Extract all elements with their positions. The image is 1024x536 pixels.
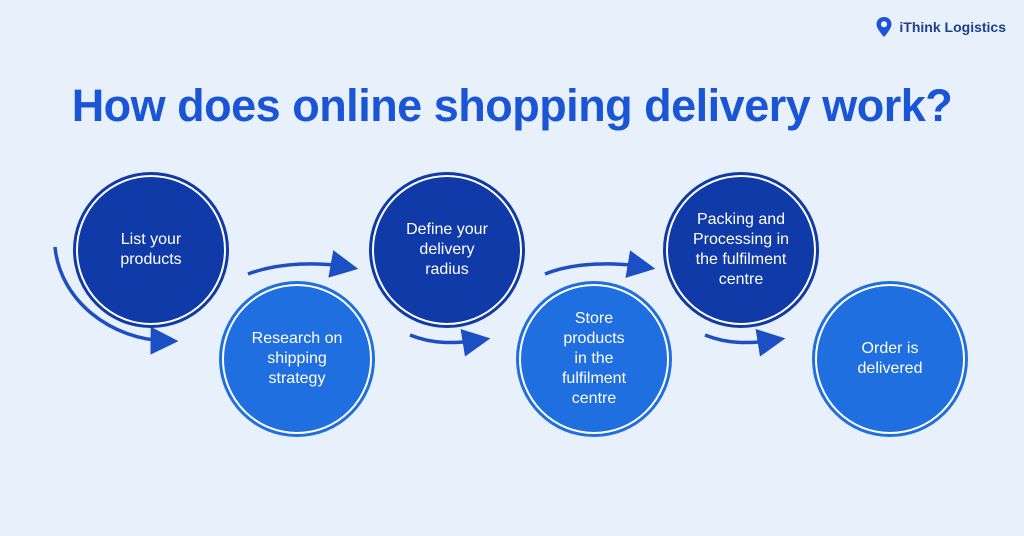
arrow-5: [704, 328, 786, 357]
arrow-3: [409, 328, 491, 357]
step-3-circle: Define your delivery radius: [372, 175, 522, 325]
step-2-circle: Research on shipping strategy: [222, 284, 372, 434]
step-4-circle: Store products in the fulfilment centre: [519, 284, 669, 434]
step-label: List your products: [120, 231, 182, 268]
step-1-circle: List your products: [76, 175, 226, 325]
step-label: Order is delivered: [857, 340, 923, 377]
step-6-circle: Order is delivered: [815, 284, 965, 434]
step-label: Define your delivery radius: [406, 221, 488, 278]
step-label: Packing and Processing in the fulfilment…: [692, 211, 790, 288]
step-label: Research on shipping strategy: [251, 330, 343, 387]
arrow-2: [247, 250, 359, 278]
arrow-4: [544, 250, 656, 278]
step-label: Store products in the fulfilment centre: [561, 310, 627, 407]
step-5-circle: Packing and Processing in the fulfilment…: [666, 175, 816, 325]
